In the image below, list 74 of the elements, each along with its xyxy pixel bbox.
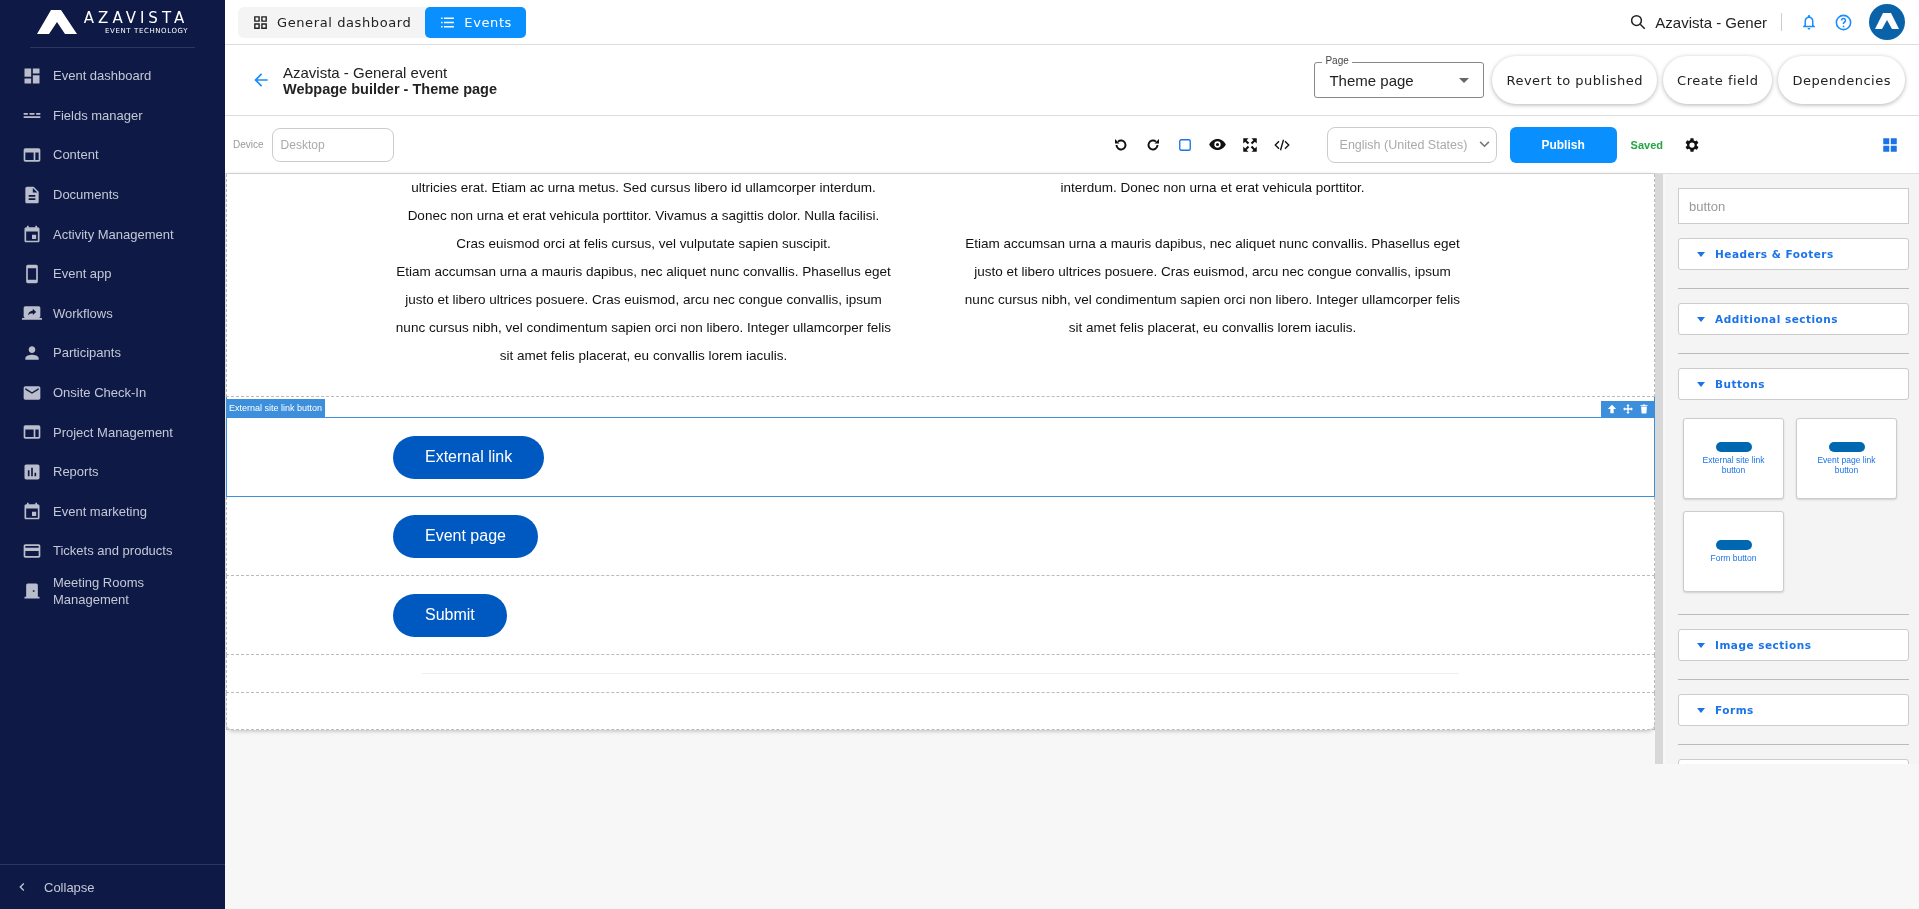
arrow-up-icon[interactable] bbox=[1607, 404, 1617, 414]
nav-item[interactable]: Content bbox=[0, 135, 225, 175]
chevron-down-icon bbox=[1478, 141, 1490, 148]
nav-item[interactable]: Participants bbox=[0, 333, 225, 373]
dashes-icon bbox=[22, 111, 42, 119]
blocks-icon[interactable] bbox=[1881, 135, 1899, 154]
event-name: Azavista - General event bbox=[283, 63, 449, 81]
avatar-logo-icon[interactable] bbox=[1869, 4, 1905, 40]
page-section[interactable]: External site link button External link bbox=[226, 397, 1655, 497]
nav-item[interactable]: Event app bbox=[0, 253, 225, 294]
save-status: Saved bbox=[1630, 138, 1663, 151]
accordion-header[interactable]: Buttons bbox=[1678, 368, 1909, 400]
body-paragraph: ultricies erat. Etiam ac urna metus. Sed cursus libero id ullamcorper interdum. Donec non urna et erat vehicula porttitor. Vivamus a sagittis dolor. Nulla facilisi. Cras euismod orci at felis cursus, vel vulputate sapien suscipit. bbox=[406, 179, 881, 253]
nav-item[interactable]: Event dashboard bbox=[0, 56, 225, 96]
page-button[interactable]: Event page bbox=[393, 514, 538, 558]
calendar-icon bbox=[22, 224, 42, 245]
scrollbar[interactable] bbox=[1655, 174, 1663, 764]
move-icon[interactable] bbox=[1623, 404, 1633, 414]
accordion-header[interactable]: Image sections bbox=[1678, 629, 1909, 661]
caret-icon bbox=[1697, 381, 1705, 387]
trash-icon[interactable] bbox=[1639, 404, 1649, 414]
calendar-icon bbox=[22, 501, 42, 522]
help-icon[interactable] bbox=[1834, 12, 1853, 32]
accordion-header[interactable]: Headers & Footers bbox=[1678, 238, 1909, 270]
bell-icon[interactable] bbox=[1800, 13, 1818, 31]
search-icon[interactable] bbox=[1629, 13, 1648, 31]
nav-item[interactable]: Project Management bbox=[0, 412, 225, 452]
caret-icon bbox=[1697, 642, 1705, 648]
pill-icon bbox=[1715, 540, 1752, 550]
nav-item[interactable]: Onsite Check-In bbox=[0, 372, 225, 413]
window-icon bbox=[22, 145, 42, 165]
grid-icon bbox=[252, 13, 269, 31]
body-paragraph: Etiam accumsan urna a mauris dapibus, nec aliquet nunc convallis. Phasellus eget justo et libero ultrices posuere. Cras euismod, arcu nec congue convallis, ipsum nunc cursus nibh, vel condimentum sapien orci non libero. Integer ullamcorper felis sit amet felis placerat, eu convallis lorem iaculis. bbox=[963, 235, 1462, 337]
page-button[interactable]: External link bbox=[393, 435, 545, 479]
document-icon bbox=[22, 184, 42, 205]
accordion-header[interactable]: Additional sections bbox=[1678, 303, 1909, 335]
block-tile[interactable]: Event page link button bbox=[1796, 418, 1897, 499]
section-tag: External site link button bbox=[226, 399, 326, 417]
device-label: Device bbox=[233, 139, 264, 150]
body-paragraph: interdum. Donec non urna et erat vehicula porttitor. bbox=[1059, 179, 1366, 197]
device-field[interactable]: Desktop bbox=[271, 127, 394, 162]
fullscreen-icon[interactable] bbox=[1240, 135, 1259, 154]
event-search-text[interactable]: Azavista - Gener bbox=[1655, 13, 1767, 31]
page-section[interactable]: Event page bbox=[226, 497, 1655, 576]
pill-icon bbox=[1828, 442, 1865, 452]
action-button[interactable]: Dependencies bbox=[1778, 56, 1905, 104]
logo-icon bbox=[36, 10, 77, 34]
nav-item[interactable]: Workflows bbox=[0, 293, 225, 334]
block-tile[interactable]: Form button bbox=[1683, 511, 1784, 592]
body-paragraph: Etiam accumsan urna a mauris dapibus, nec aliquet nunc convallis. Phasellus eget justo et libero ultrices posuere. Cras euismod, arcu nec congue convallis, ipsum nunc cursus nibh, vel condimentum sapien orci non libero. Integer ullamcorper felis sit amet felis placerat, eu convallis lorem iaculis. bbox=[394, 263, 893, 365]
action-button[interactable]: Create field bbox=[1663, 56, 1773, 104]
page-title: Webpage builder - Theme page bbox=[283, 80, 498, 97]
field-label: Page bbox=[1322, 55, 1352, 67]
collapse-button[interactable]: Collapse bbox=[0, 864, 225, 909]
pill-icon bbox=[1715, 442, 1752, 452]
nav-item[interactable]: Reports bbox=[0, 451, 225, 492]
nav-item[interactable]: Tickets and products bbox=[0, 531, 225, 571]
tab[interactable]: General dashboard bbox=[238, 6, 426, 38]
action-button[interactable]: Revert to published bbox=[1492, 56, 1658, 104]
caret-icon bbox=[1697, 707, 1705, 713]
block-tile[interactable]: External site link button bbox=[1683, 418, 1784, 499]
nav-item[interactable]: Activity Management bbox=[0, 214, 225, 254]
logo-name: AZAVISTA bbox=[83, 10, 189, 27]
settings-icon[interactable] bbox=[1683, 135, 1701, 154]
accordion-header[interactable]: Forms bbox=[1678, 694, 1909, 726]
nav-item[interactable]: Fields manager bbox=[0, 95, 225, 136]
caret-icon bbox=[1459, 77, 1470, 83]
caret-icon bbox=[1697, 251, 1705, 257]
page-section[interactable]: Submit bbox=[226, 576, 1655, 655]
caret-icon bbox=[1697, 316, 1705, 322]
nav-item[interactable]: Event marketing bbox=[0, 491, 225, 532]
nav-item[interactable]: Documents bbox=[0, 174, 225, 215]
page-button[interactable]: Submit bbox=[393, 593, 507, 637]
nav-item[interactable]: Meeting Rooms Management bbox=[0, 570, 225, 611]
